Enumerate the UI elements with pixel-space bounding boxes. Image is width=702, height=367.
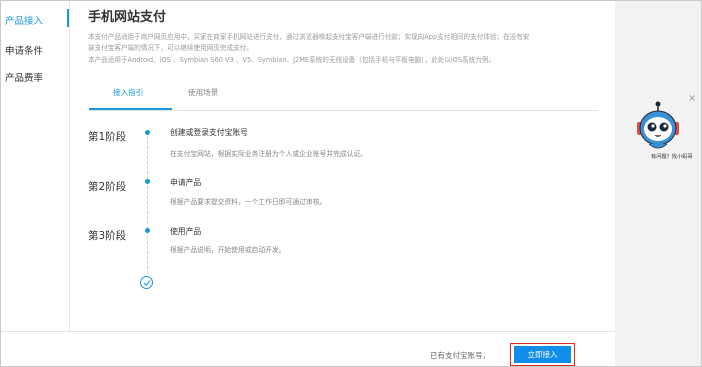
stage-2-dot xyxy=(145,179,150,184)
description-line-1: 本支付产品适用于商户网页应用中，买家在商家手机网站进行支付，通过浏览器唤起支付宝… xyxy=(88,33,530,41)
description-line-2: 装支付宝客户端的情况下，可以继续使用网页完成支付。 xyxy=(88,44,253,52)
robot-assistant-icon[interactable] xyxy=(633,101,683,153)
stage-3-label: 第3阶段 xyxy=(88,230,127,242)
tab-access-guide[interactable]: 接入指引 xyxy=(113,87,143,98)
sidebar-item-product-access[interactable]: 产品接入 xyxy=(5,13,43,27)
sidebar-active-indicator xyxy=(67,9,69,27)
help-label[interactable]: 有问题？找小蚂哥 xyxy=(651,153,693,160)
sidebar-item-application-conditions[interactable]: 申请条件 xyxy=(5,43,43,57)
timeline-line xyxy=(147,136,149,274)
main-content: 手机网站支付 本支付产品适用于商户网页应用中，买家在商家手机网站进行支付，通过浏… xyxy=(70,1,615,331)
stage-1-label: 第1阶段 xyxy=(88,131,127,143)
stage-2-title: 申请产品 xyxy=(170,178,202,187)
apply-now-button[interactable]: 立即接入 xyxy=(514,346,571,363)
tab-bar: 接入指引 使用场景 xyxy=(88,80,598,111)
help-panel: × 有问题？找小蚂哥 xyxy=(615,1,701,366)
app-window: 产品接入 申请条件 产品费率 手机网站支付 本支付产品适用于商户网页应用中，买家… xyxy=(0,0,702,367)
footer-bar: 已有支付宝账号， 立即接入 xyxy=(1,331,615,366)
stage-3-dot xyxy=(145,228,150,233)
stage-2-label: 第2阶段 xyxy=(88,181,127,193)
stage-2-desc: 根据产品要求提交资料，一个工作日即可通过审核。 xyxy=(170,198,327,206)
stage-3-desc: 根据产品说明，开始使用或启动开发。 xyxy=(170,246,286,254)
check-circle-icon xyxy=(140,276,153,289)
stage-1-dot xyxy=(145,130,150,135)
stage-1-title: 创建或登录支付宝账号 xyxy=(170,128,248,137)
tab-active-underline xyxy=(89,108,172,110)
stage-1-desc: 在支付宝网站，根据实际业务注册为个人或企业账号并完成认证。 xyxy=(170,150,368,158)
description-line-3: 本产品适用于Android、iOS 、Symbian S60 V3 、V5、Sy… xyxy=(88,56,496,64)
close-icon[interactable]: × xyxy=(688,94,696,104)
footer-account-text: 已有支付宝账号， xyxy=(430,351,490,360)
sidebar: 产品接入 申请条件 产品费率 xyxy=(1,1,70,331)
stage-3-title: 使用产品 xyxy=(170,227,202,236)
tab-usage-scenarios[interactable]: 使用场景 xyxy=(188,87,218,98)
sidebar-item-product-rates[interactable]: 产品费率 xyxy=(5,70,43,84)
page-title: 手机网站支付 xyxy=(88,10,167,25)
